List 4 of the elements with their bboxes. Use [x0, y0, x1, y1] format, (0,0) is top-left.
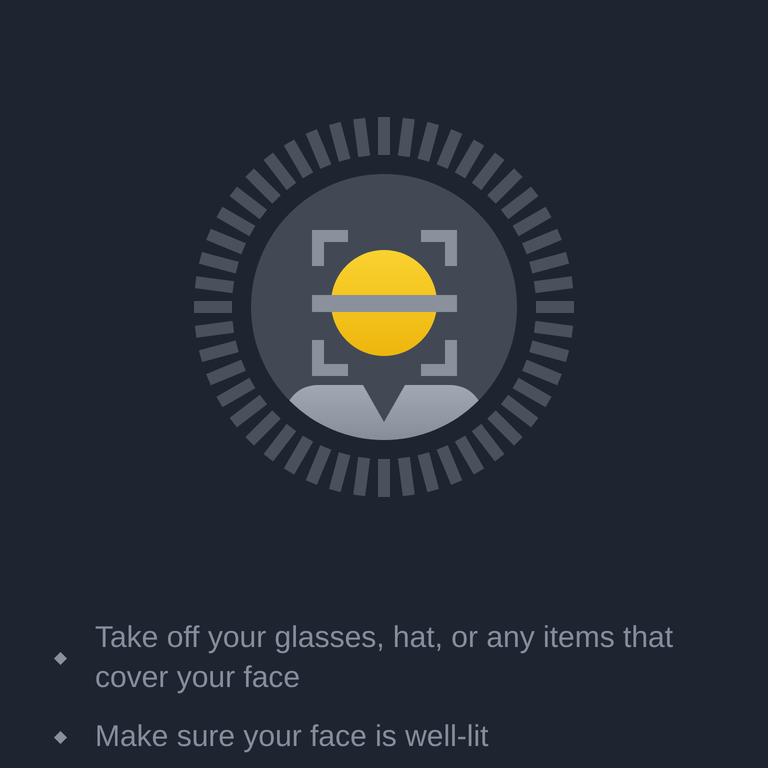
tip-text: Take off your glasses, hat, or any items that cover your face	[95, 620, 674, 696]
diamond-icon	[54, 730, 67, 744]
tip-text: Make sure your face is well-lit	[95, 719, 490, 755]
diamond-icon	[54, 652, 67, 664]
